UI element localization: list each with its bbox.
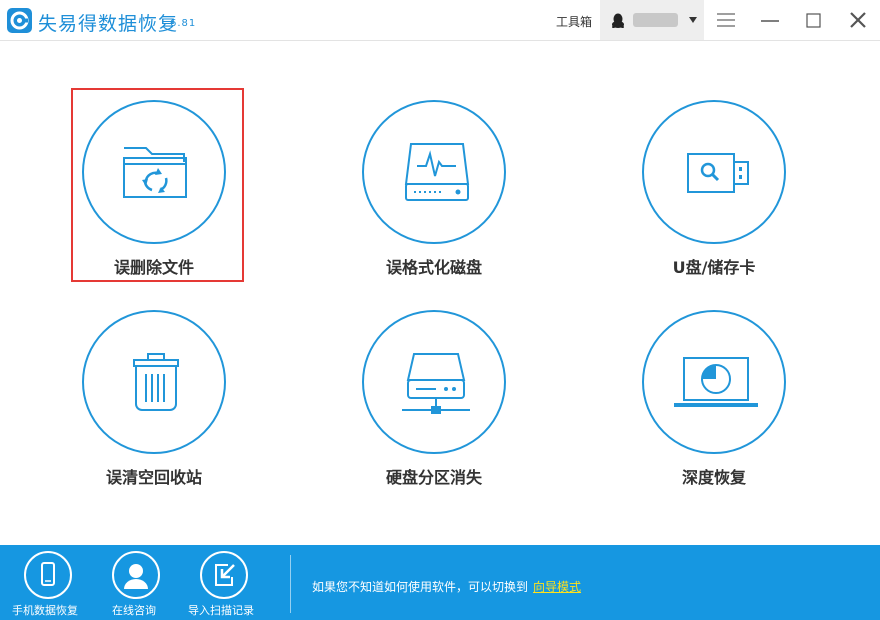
tile-deep-recovery[interactable]: 深度恢复	[642, 310, 788, 490]
tile-circle	[642, 310, 786, 454]
tile-circle	[82, 310, 226, 454]
hard-drive-pulse-icon	[404, 143, 470, 201]
menu-icon	[717, 13, 735, 27]
bottom-circle	[200, 551, 248, 599]
user-support-icon	[124, 564, 148, 589]
tile-label: 深度恢复	[681, 468, 746, 487]
tile-deleted-files[interactable]: 误删除文件	[82, 100, 228, 280]
bottom-bar: 手机数据恢复 在线咨询 导入扫描记录 如果您不知道如何使用软件，可以切换到 向导…	[0, 545, 880, 620]
usb-drive-icon	[687, 153, 749, 193]
tile-circle	[362, 100, 506, 244]
folder-recycle-icon	[123, 147, 187, 198]
phone-icon	[41, 562, 55, 586]
tile-label: 硬盘分区消失	[385, 468, 482, 487]
app-version: 6.81	[170, 18, 197, 29]
trash-bin-icon	[133, 353, 179, 411]
guide-hint-text: 如果您不知道如何使用软件，可以切换到	[312, 580, 529, 594]
bottom-circle	[112, 551, 160, 599]
bottom-label: 手机数据恢复	[12, 604, 78, 617]
user-account-menu[interactable]: 用户名	[600, 0, 704, 40]
tile-lost-partition[interactable]: 硬盘分区消失	[362, 310, 508, 490]
user-name: 用户名	[633, 13, 678, 27]
tile-label: U盘/储存卡	[672, 258, 756, 277]
import-icon	[215, 564, 235, 586]
tile-circle	[642, 100, 786, 244]
bottom-label: 在线咨询	[112, 604, 156, 617]
import-scan-record-button[interactable]: 导入扫描记录	[186, 545, 262, 620]
tile-formatted-disk[interactable]: 误格式化磁盘	[362, 100, 508, 280]
minimize-icon	[761, 20, 779, 22]
tile-usb-card[interactable]: U盘/储存卡	[642, 100, 788, 280]
tile-label: 误清空回收站	[105, 468, 202, 487]
caret-down-icon[interactable]	[689, 17, 697, 23]
tile-circle	[362, 310, 506, 454]
tile-emptied-recycle-bin[interactable]: 误清空回收站	[82, 310, 228, 490]
laptop-scan-icon	[674, 357, 758, 407]
maximize-button[interactable]	[796, 0, 832, 40]
guide-mode-link[interactable]: 向导模式	[533, 578, 581, 595]
app-logo-icon	[7, 8, 32, 33]
tile-label: 误删除文件	[113, 258, 194, 277]
close-icon	[850, 12, 866, 28]
online-consult-button[interactable]: 在线咨询	[110, 545, 166, 620]
bottom-label: 导入扫描记录	[188, 604, 254, 617]
qq-icon	[612, 13, 624, 28]
toolbox-button[interactable]: 工具箱	[556, 13, 592, 30]
network-drive-icon	[402, 353, 470, 414]
title-bar: 失易得数据恢复 6.81 工具箱 用户名	[0, 0, 880, 41]
menu-button[interactable]	[708, 0, 744, 40]
maximize-icon	[806, 13, 821, 28]
app-title: 失易得数据恢复	[38, 13, 179, 35]
phone-recovery-button[interactable]: 手机数据恢复	[10, 545, 86, 620]
tile-label: 误格式化磁盘	[385, 258, 482, 277]
minimize-button[interactable]	[752, 0, 788, 40]
close-button[interactable]	[840, 0, 876, 40]
bottom-circle	[24, 551, 72, 599]
tile-circle	[82, 100, 226, 244]
bottom-divider	[290, 555, 291, 613]
